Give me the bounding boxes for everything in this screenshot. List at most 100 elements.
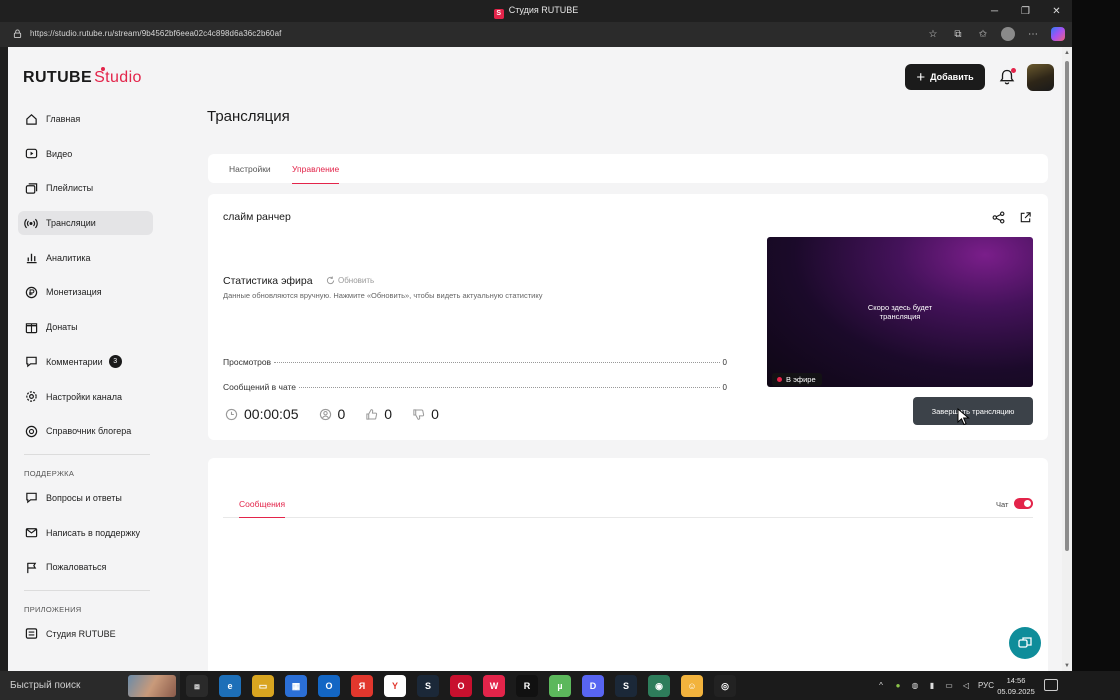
yandex-browser-icon[interactable]: Y [384, 675, 406, 697]
favorite-star-icon[interactable]: ☆ [925, 26, 941, 42]
rutube-studio-logo[interactable]: RUTUBE Studio [23, 67, 142, 87]
open-external-icon[interactable] [1018, 210, 1032, 224]
maximize-button[interactable]: ❐ [1010, 0, 1041, 22]
scrollbar-thumb[interactable] [1065, 61, 1069, 551]
tabs-bar: Настройки Управление [208, 154, 1048, 184]
tray-shield-icon[interactable]: ◍ [910, 681, 920, 691]
store-icon[interactable]: ▦ [285, 675, 307, 697]
task-view-icon[interactable]: ⧈ [186, 675, 208, 697]
sidebar-item-broadcasts[interactable]: Трансляции [18, 211, 153, 236]
chat-tabs-divider [223, 517, 1033, 518]
steam-2-icon[interactable]: S [615, 675, 637, 697]
more-menu-icon[interactable]: ⋯ [1025, 26, 1041, 42]
sidebar-item-donations[interactable]: Донаты [18, 315, 153, 339]
stream-name: слайм ранчер [223, 211, 291, 223]
timer-value: 00:00:05 [244, 406, 299, 422]
sidebar-item-home[interactable]: Главная [18, 107, 153, 131]
faq-icon [24, 491, 38, 505]
sidebar-item-label: Донаты [46, 322, 78, 333]
tab-messages[interactable]: Сообщения [239, 499, 285, 509]
favorites-icon[interactable]: ✩ [975, 26, 991, 42]
chat-toggle[interactable] [1014, 498, 1033, 509]
scroll-down-icon[interactable]: ▼ [1064, 663, 1070, 669]
extensions-icon[interactable]: ⧉ [950, 26, 966, 42]
opera-icon[interactable]: O [450, 675, 472, 697]
steam-icon[interactable]: S [417, 675, 439, 697]
profile-avatar[interactable] [1000, 26, 1016, 42]
stats-title: Статистика эфира [223, 275, 313, 287]
video-icon [24, 147, 38, 161]
add-button[interactable]: + Добавить [905, 64, 985, 90]
share-icon[interactable] [991, 210, 1005, 224]
live-counters: 00:00:05 0 0 0 [225, 406, 459, 422]
discord-icon[interactable]: D [582, 675, 604, 697]
chevron-up-icon[interactable]: ^ [876, 681, 886, 691]
clock-icon [225, 408, 238, 421]
wildberries-icon[interactable]: W [483, 675, 505, 697]
sidebar-item-label: Настройки канала [46, 391, 123, 402]
viewers-icon [319, 408, 332, 421]
sidebar-item-label: Трансляции [46, 218, 96, 229]
dislikes-counter: 0 [412, 406, 439, 422]
recorder-app-icon[interactable]: ◎ [714, 675, 736, 697]
game-app-icon[interactable]: ☺ [681, 675, 703, 697]
stream-timer: 00:00:05 [225, 406, 299, 422]
user-avatar[interactable] [1027, 64, 1054, 91]
sidebar-item-playlists[interactable]: Плейлисты [18, 176, 153, 200]
close-button[interactable]: ✕ [1041, 0, 1072, 22]
tray-app-icon[interactable]: ● [893, 681, 903, 691]
taskbar-search[interactable]: Быстрый поиск [0, 671, 180, 700]
sidebar-item-faq[interactable]: Вопросы и ответы [18, 486, 153, 510]
taskbar-clock[interactable]: 14:56 05.09.2025 [996, 675, 1036, 697]
battery-icon[interactable]: ▮ [927, 681, 937, 691]
sidebar-item-label: Вопросы и ответы [46, 492, 122, 503]
stream-card-actions [991, 210, 1032, 224]
utorrent-icon[interactable]: µ [549, 675, 571, 697]
sidebar-item-comments[interactable]: Комментарии 3 [18, 350, 153, 374]
tab-management[interactable]: Управление [292, 164, 340, 184]
sidebar-item-studio-app[interactable]: Студия RUTUBE [18, 622, 153, 646]
notifications-icon[interactable] [1044, 679, 1058, 691]
studio-app-icon [24, 627, 38, 641]
rutube-icon[interactable]: R [516, 675, 538, 697]
scroll-up-icon[interactable]: ▲ [1064, 50, 1070, 56]
network-icon[interactable]: ▭ [944, 681, 954, 691]
network-app-icon[interactable]: ◉ [648, 675, 670, 697]
sidebar-item-blogger-guide[interactable]: Справочник блогера [18, 419, 153, 443]
sidebar-item-monetization[interactable]: Монетизация [18, 280, 153, 304]
edge-browser-icon[interactable]: e [219, 675, 241, 697]
file-explorer-icon[interactable]: ▭ [252, 675, 274, 697]
end-stream-button[interactable]: Завершить трансляцию [913, 397, 1033, 425]
language-indicator[interactable]: РУС [978, 681, 994, 690]
volume-icon[interactable]: ◁ [961, 681, 971, 691]
stat-row-chat-messages: Сообщений в чате 0 [223, 382, 727, 392]
sidebar-item-report[interactable]: Пожаловаться [18, 555, 153, 579]
sidebar-item-video[interactable]: Видео [18, 142, 153, 166]
flag-icon [24, 560, 38, 574]
page-title: Трансляция [207, 108, 290, 125]
chat-toggle-label: Чат [996, 500, 1009, 509]
sidebar-divider [24, 453, 150, 455]
gear-icon [24, 390, 38, 404]
outlook-icon[interactable]: O [318, 675, 340, 697]
support-chat-button[interactable] [1009, 627, 1041, 659]
window-controls: ─ ❐ ✕ [979, 0, 1072, 22]
url-field[interactable]: https://studio.rutube.ru/stream/9b4562bf… [30, 29, 281, 38]
notifications-bell-icon[interactable] [998, 68, 1016, 86]
page-scrollbar[interactable]: ▲ ▼ [1062, 47, 1072, 671]
minimize-button[interactable]: ─ [979, 0, 1010, 22]
sidebar-item-analytics[interactable]: Аналитика [18, 246, 153, 270]
yandex-icon[interactable]: Я [351, 675, 373, 697]
likes-value: 0 [384, 406, 393, 422]
sidebar-item-channel-settings[interactable]: Настройки канала [18, 385, 153, 409]
logo-main: RUTUBE [23, 69, 93, 86]
sidebar-item-contact-support[interactable]: Написать в поддержку [18, 521, 153, 545]
refresh-button[interactable]: Обновить [326, 276, 374, 285]
stream-preview[interactable]: Скоро здесь будет трансляция В эфире [767, 237, 1033, 387]
tab-settings[interactable]: Настройки [229, 164, 271, 174]
sidebar-item-label: Написать в поддержку [46, 527, 141, 538]
copilot-icon[interactable] [1050, 26, 1066, 42]
sidebar-divider [24, 589, 150, 591]
dislikes-value: 0 [431, 406, 439, 422]
live-dot-icon [777, 377, 782, 382]
